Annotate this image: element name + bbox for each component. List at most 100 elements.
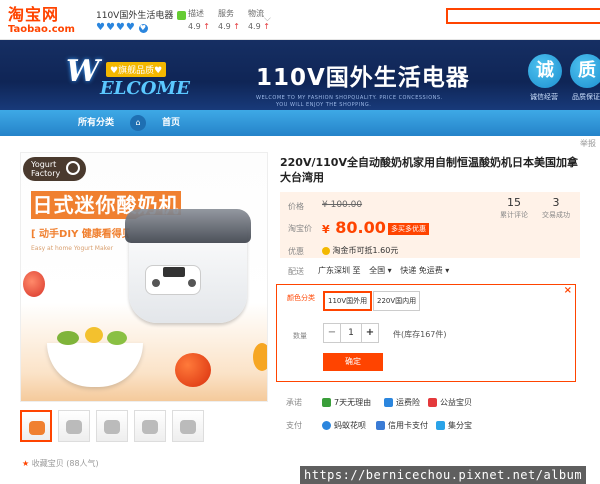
sales-count-label: 交易成功 (542, 211, 570, 219)
cup-icon (66, 161, 81, 175)
payment-credit-card[interactable]: 信用卡支付 (376, 420, 428, 431)
current-price-value: 80.00 (335, 218, 386, 237)
current-price: ¥ 80.00 (322, 218, 386, 237)
promise-text: 公益宝贝 (440, 398, 472, 407)
kiwi-fruit-2 (107, 331, 127, 345)
banner-title: 110V国外生活电器 (256, 65, 470, 91)
tagline-line-2: YOU WILL ENJOY THE SHOPPING. (276, 102, 372, 108)
welcome-text: ELCOME (100, 78, 191, 99)
payment-text: 集分宝 (448, 421, 472, 430)
main-product-image[interactable]: Yogurt Factory 日式迷你酸奶机 [ 动手DIY 健康看得见 ] E… (20, 152, 268, 402)
star-icon: ★ (22, 459, 30, 468)
orange-slice (253, 343, 267, 371)
ship-to-select[interactable]: 全国 ▾ (369, 266, 392, 275)
price-label: 价格 (288, 202, 304, 211)
shop-header: 淘宝网 Taobao.com 110V国外生活电器 ♥♥♥♥ ♥ 描述 4.9 ↑… (0, 0, 600, 40)
discount-label: 优惠 (288, 247, 304, 256)
jifenbao-icon (436, 421, 445, 430)
promise-text: 7天无理由 (334, 398, 372, 407)
report-link[interactable]: 举报 (580, 138, 596, 149)
thumbnail-2[interactable] (58, 410, 90, 442)
review-count-label: 累计评论 (500, 211, 528, 219)
score-up-icon: ↑ (233, 22, 240, 31)
logo-cn: 淘宝网 (8, 5, 60, 24)
mango-fruit (85, 327, 103, 343)
confirm-button[interactable]: 确定 (323, 353, 383, 371)
thumbnail-1[interactable] (20, 410, 52, 442)
thumbnail-3[interactable] (96, 410, 128, 442)
score-value: 4.9 (217, 22, 231, 31)
promo-tag[interactable]: 多买多优惠 (388, 223, 429, 235)
integrity-caption: 诚信经营 (530, 93, 558, 101)
promise-charity[interactable]: 公益宝贝 (428, 397, 472, 408)
shop-name[interactable]: 110V国外生活电器 (96, 8, 187, 21)
seven-day-icon (322, 398, 331, 407)
integrity-badge-icon: 诚 (528, 54, 562, 88)
payment-huabei[interactable]: 蚂蚁花呗 (322, 420, 366, 431)
nav-home[interactable]: 首页 (162, 110, 180, 136)
increment-button[interactable]: + (362, 324, 378, 342)
payment-jifenbao[interactable]: 集分宝 (436, 420, 472, 431)
quality-badge-icon: 质 (570, 54, 600, 88)
review-count[interactable]: 15 累计评论 (494, 196, 534, 220)
tomato-fruit (175, 353, 211, 387)
thumbnail-strip (20, 410, 204, 442)
review-count-value: 15 (507, 196, 521, 209)
taojinbi-coin-icon (322, 246, 330, 255)
quantity-input[interactable]: 1 (340, 324, 362, 342)
wangwang-chat-icon[interactable] (177, 11, 187, 20)
stock-info: 件(库存167件) (393, 330, 447, 339)
home-circle-icon[interactable]: ⌂ (130, 115, 146, 131)
shop-scores: 描述 4.9 ↑ 服务 4.9 ↑ 物流 4.9 ↑ (188, 8, 270, 31)
decrement-button[interactable]: − (324, 324, 340, 342)
credit-card-icon (376, 421, 385, 430)
sku-selector: × 颜色分类 110V国外用 220V国内用 数量 − 1 + 件(库存167件… (276, 284, 576, 382)
coupon-text: 淘金币可抵1.60元 (332, 246, 399, 255)
close-icon[interactable]: × (564, 285, 572, 296)
badge-line-1: Yogurt (31, 160, 57, 169)
quality-caption: 品质保证 (572, 93, 600, 101)
sku-option-110v[interactable]: 110V国外用 (323, 291, 373, 311)
score-value: 4.9 (247, 22, 261, 31)
strawberry-fruit (23, 271, 45, 297)
thumbnail-5[interactable] (172, 410, 204, 442)
credit-badge-icon: ♥ (138, 24, 148, 33)
promise-text: 运费险 (396, 398, 420, 407)
sales-count-value: 3 (552, 196, 560, 209)
shop-rating-hearts: ♥♥♥♥ ♥ (96, 22, 148, 33)
promise-label: 承诺 (286, 398, 302, 407)
banner-tagline: WELCOME TO MY FASHION SHOPQUALITY. PRICE… (256, 95, 443, 109)
product-title: 220V/110V全自动酸奶机家用自制恒温酸奶机日本美国加拿大台湾用 (280, 156, 578, 184)
score-label: 服务 (217, 9, 234, 18)
tagline-line-1: WELCOME TO MY FASHION SHOPQUALITY. PRICE… (256, 95, 443, 101)
promise-shipping-insurance[interactable]: 运费险 (384, 397, 420, 408)
yogurt-factory-badge: Yogurt Factory (23, 157, 87, 181)
payment-label: 支付 (286, 421, 302, 430)
promise-7day[interactable]: 7天无理由 (322, 397, 371, 408)
search-input[interactable] (446, 8, 600, 24)
score-service: 服务 4.9 ↑ (218, 8, 240, 31)
ship-type-select[interactable]: 快递 免运费 ▾ (400, 266, 449, 275)
machine-display (163, 267, 185, 277)
shipping-info: 广东深圳 至 全国 ▾ 快递 免运费 ▾ (318, 265, 455, 276)
sales-count: 3 交易成功 (536, 196, 576, 220)
score-description: 描述 4.9 ↑ (188, 8, 210, 31)
favorite-label: 收藏宝贝 (88人气) (31, 459, 99, 468)
shop-info-chevron-down-icon[interactable]: ⌵ (264, 14, 271, 24)
sku-option-220v[interactable]: 220V国内用 (373, 291, 421, 311)
ship-from: 广东深圳 至 (318, 266, 361, 275)
yogurt-machine-lid (125, 209, 251, 243)
logo-en: Taobao.com (8, 24, 75, 35)
color-category-label: 颜色分类 (287, 294, 315, 302)
huabei-icon (322, 421, 331, 430)
favorite-item[interactable]: ★ 收藏宝贝 (88人气) (22, 458, 99, 469)
nav-all-categories[interactable]: 所有分类 (78, 110, 114, 136)
shop-name-text: 110V国外生活电器 (96, 11, 174, 21)
taobao-logo[interactable]: 淘宝网 Taobao.com (8, 6, 75, 36)
quantity-label: 数量 (293, 332, 307, 340)
payment-text: 蚂蚁花呗 (334, 421, 366, 430)
score-value: 4.9 (188, 22, 201, 31)
insurance-icon (384, 398, 393, 407)
thumbnail-4[interactable] (134, 410, 166, 442)
shipping-label: 配送 (288, 267, 304, 276)
